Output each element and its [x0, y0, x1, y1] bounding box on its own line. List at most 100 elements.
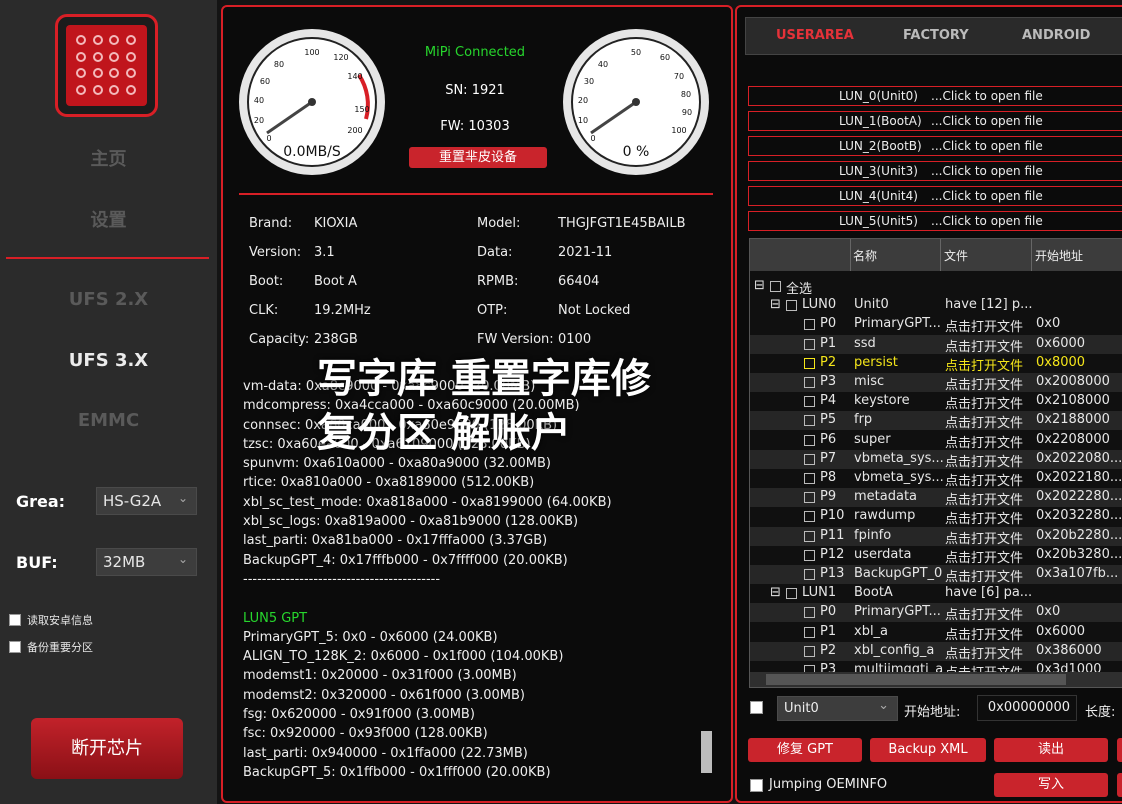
nav-home[interactable]: 主页 — [0, 145, 217, 171]
row-checkbox[interactable] — [804, 549, 815, 561]
backup-partitions-checkbox[interactable]: 备份重要分区 — [9, 639, 93, 655]
grid-row[interactable]: P6 super 点击打开文件 0x2208000 — [750, 431, 1122, 451]
row-checkbox[interactable] — [804, 377, 815, 388]
extra-button-2[interactable] — [1117, 773, 1122, 797]
tree-toggle-icon[interactable]: ⊟ — [754, 278, 765, 293]
tab-factory[interactable]: FACTORY — [903, 28, 969, 43]
jumping-checkbox[interactable] — [750, 779, 763, 792]
grid-row[interactable]: P2 xbl_config_a 点击打开文件 0x386000 — [750, 641, 1122, 662]
tab-android[interactable]: ANDROID — [1022, 28, 1090, 43]
lun-row[interactable]: LUN_3(Unit3) ...Click to open file — [748, 161, 1122, 181]
grea-select[interactable]: HS-G2A ⌄ — [96, 487, 197, 515]
grid-row[interactable]: ⊟ LUN0 Unit0 have [12] p... — [750, 296, 1122, 315]
lun-name: LUN_1(BootA) — [839, 114, 922, 128]
row-checkbox[interactable] — [804, 607, 815, 619]
grid-hscrollbar[interactable] — [750, 672, 1122, 687]
row-checkbox[interactable] — [804, 645, 815, 657]
row-checkbox[interactable] — [804, 357, 815, 369]
nav-emmc[interactable]: EMMC — [0, 410, 217, 431]
svg-text:80: 80 — [681, 90, 691, 99]
promo-overlay-text: 写字库 重置字库修 复分区 解账户 — [317, 352, 737, 460]
grid-row[interactable]: P8 vbmeta_sys... 点击打开文件 0x2022180... — [750, 469, 1122, 489]
log-line: fsc: 0x920000 - 0x93f000 (128.00KB) — [243, 726, 488, 742]
row-checkbox[interactable] — [804, 473, 815, 484]
nav-settings[interactable]: 设置 — [0, 206, 217, 232]
svg-text:100: 100 — [671, 126, 686, 135]
row-checkbox[interactable] — [804, 396, 815, 408]
row-checkbox[interactable] — [786, 588, 797, 600]
col-name[interactable]: 名称 — [853, 247, 877, 264]
col-file[interactable]: 文件 — [944, 247, 968, 264]
grid-row[interactable]: P1 ssd 点击打开文件 0x6000 — [750, 334, 1122, 355]
grid-row[interactable]: P3 misc 点击打开文件 0x2008000 — [750, 373, 1122, 393]
row-checkbox[interactable] — [804, 453, 815, 465]
grid-row[interactable]: P5 frp 点击打开文件 0x2188000 — [750, 411, 1122, 431]
speed-readout: 0.0MB/S — [283, 144, 341, 160]
nav-ufs2[interactable]: UFS 2.X — [0, 289, 217, 310]
panel-divider — [239, 193, 713, 195]
grid-row[interactable]: ⊟ 全选 — [750, 277, 1122, 297]
row-checkbox[interactable] — [804, 626, 815, 638]
lun-file-link[interactable]: ...Click to open file — [931, 137, 1043, 155]
grid-row[interactable]: P7 vbmeta_sys... 点击打开文件 0x2022080... — [750, 449, 1122, 470]
app-logo — [55, 14, 158, 117]
log-line: LUN5 GPT — [243, 610, 308, 626]
grid-row[interactable]: P9 metadata 点击打开文件 0x2022280... — [750, 488, 1122, 508]
lun-file-link[interactable]: ...Click to open file — [931, 87, 1043, 105]
select-all-checkbox[interactable] — [750, 701, 763, 714]
clk-label: CLK: — [249, 303, 279, 318]
grid-row[interactable]: P10 rawdump 点击打开文件 0x2032280... — [750, 507, 1122, 527]
lun-row[interactable]: LUN_1(BootA) ...Click to open file — [748, 111, 1122, 131]
partition-tabs: USERAREA FACTORY ANDROID — [745, 17, 1122, 55]
lun-file-link[interactable]: ...Click to open file — [931, 162, 1043, 180]
col-start-address[interactable]: 开始地址 — [1035, 247, 1083, 264]
grid-row[interactable]: P4 keystore 点击打开文件 0x2108000 — [750, 392, 1122, 412]
lun-row[interactable]: LUN_5(Unit5) ...Click to open file — [748, 211, 1122, 231]
row-checkbox[interactable] — [804, 511, 815, 523]
start-address-input[interactable]: 0x00000000 — [977, 695, 1077, 721]
disconnect-chip-button[interactable]: 断开芯片 — [31, 718, 183, 779]
grid-row[interactable]: P0 PrimaryGPT... 点击打开文件 0x0 — [750, 315, 1122, 335]
row-checkbox[interactable] — [804, 415, 815, 427]
row-checkbox[interactable] — [804, 569, 815, 580]
grid-row[interactable]: P0 PrimaryGPT... 点击打开文件 0x0 — [750, 603, 1122, 623]
row-checkbox[interactable] — [804, 338, 815, 350]
grid-row[interactable]: P2 persist 点击打开文件 0x8000 — [750, 354, 1122, 374]
lun-file-link[interactable]: ...Click to open file — [931, 187, 1043, 205]
lun-file-link[interactable]: ...Click to open file — [931, 112, 1043, 130]
tab-userarea[interactable]: USERAREA — [776, 28, 854, 43]
unit-select[interactable]: Unit0 ⌄ — [777, 696, 898, 721]
row-checkbox[interactable] — [804, 492, 815, 504]
checkbox-box[interactable] — [9, 641, 21, 653]
log-line: ALIGN_TO_128K_2: 0x6000 - 0x1f000 (104.0… — [243, 649, 564, 665]
grid-row[interactable]: P11 fpinfo 点击打开文件 0x20b2280... — [750, 526, 1122, 547]
log-scrollbar[interactable] — [701, 731, 712, 773]
lun-file-link[interactable]: ...Click to open file — [931, 212, 1043, 230]
row-checkbox[interactable] — [786, 300, 797, 312]
lun-name: LUN_2(BootB) — [839, 139, 922, 153]
row-checkbox[interactable] — [804, 434, 815, 446]
nav-ufs3[interactable]: UFS 3.X — [0, 350, 217, 371]
repair-gpt-button[interactable]: 修复 GPT — [748, 738, 862, 762]
write-button[interactable]: 写入 — [994, 773, 1108, 797]
lun-row[interactable]: LUN_4(Unit4) ...Click to open file — [748, 186, 1122, 206]
grid-row[interactable]: P12 userdata 点击打开文件 0x20b3280... — [750, 546, 1122, 566]
lun-row[interactable]: LUN_0(Unit0) ...Click to open file — [748, 86, 1122, 106]
grid-row[interactable]: ⊟ LUN1 BootA have [6] pa... — [750, 584, 1122, 603]
row-checkbox[interactable] — [804, 319, 815, 331]
checkbox-box[interactable] — [9, 614, 21, 626]
extra-button[interactable] — [1117, 738, 1122, 762]
row-checkbox[interactable] — [804, 530, 815, 542]
partition-panel: USERAREA FACTORY ANDROID LUN_0(Unit0)...… — [735, 5, 1122, 803]
lun-row[interactable]: LUN_2(BootB) ...Click to open file — [748, 136, 1122, 156]
reset-device-button[interactable]: 重置芈皮设备 — [409, 147, 547, 168]
row-checkbox[interactable] — [770, 281, 781, 292]
tree-toggle-icon[interactable]: ⊟ — [770, 585, 781, 600]
read-button[interactable]: 读出 — [994, 738, 1108, 762]
backup-xml-button[interactable]: Backup XML — [870, 738, 986, 762]
buf-select[interactable]: 32MB ⌄ — [96, 548, 197, 576]
tree-toggle-icon[interactable]: ⊟ — [770, 297, 781, 312]
grid-row[interactable]: P13 BackupGPT_0 点击打开文件 0x3a107fb... — [750, 565, 1122, 585]
read-android-info-checkbox[interactable]: 读取安卓信息 — [9, 612, 93, 628]
grid-row[interactable]: P1 xbl_a 点击打开文件 0x6000 — [750, 623, 1122, 643]
